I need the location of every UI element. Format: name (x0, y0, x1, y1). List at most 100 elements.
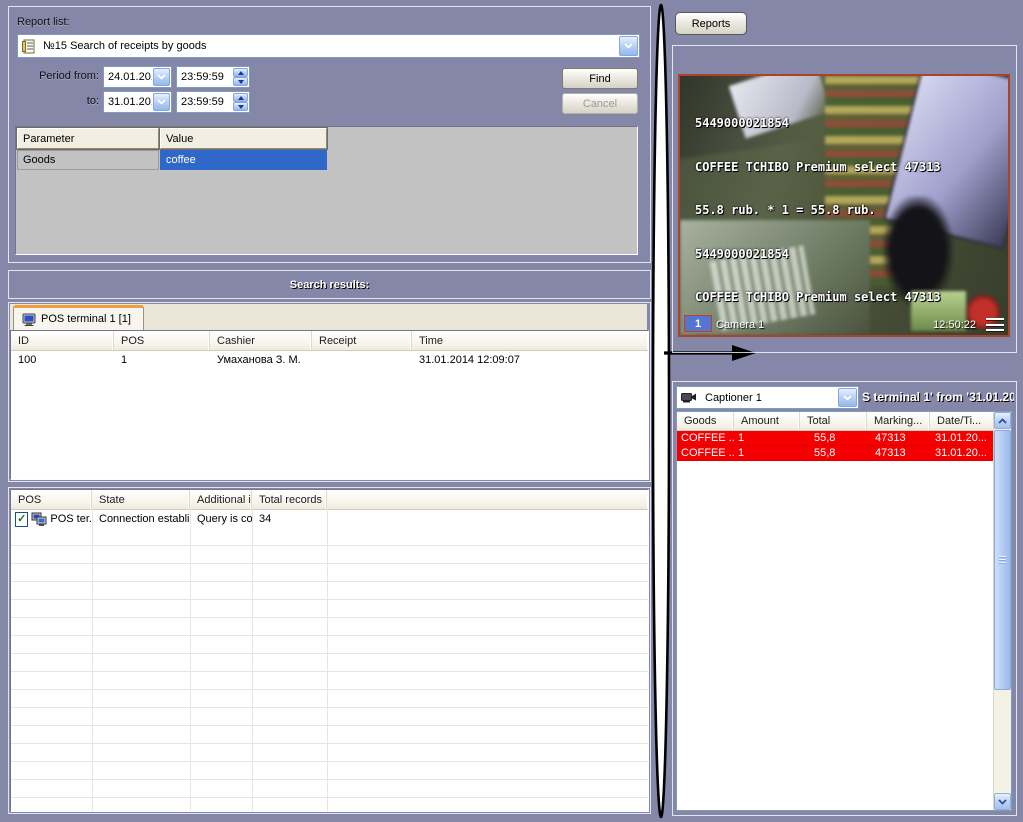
report-icon (21, 39, 36, 54)
table-row[interactable]: COFFEE ... 1 55,8 47313 31.01.20... (677, 446, 994, 461)
pos-search-window: { "left": { "report_list_label": "Report… (0, 0, 1023, 822)
camera-timestamp: 12:50:22 (933, 319, 976, 331)
time-to-spinner[interactable] (233, 93, 248, 111)
column-header-time[interactable]: Time (412, 331, 648, 350)
receipt-overlay-text: 5449000021854 COFFEE TCHIBO Premium sele… (695, 87, 941, 337)
search-results-label: Search results: (290, 279, 369, 291)
column-header-id[interactable]: ID (11, 331, 114, 350)
network-computer-icon (31, 512, 47, 526)
column-header-amount[interactable]: Amount (734, 412, 800, 430)
cell-time: 31.01.2014 12:09:07 (412, 354, 648, 366)
grid-divider (252, 509, 253, 811)
chevron-down-icon[interactable] (153, 93, 170, 111)
date-to-field[interactable]: 31.01.2014 (103, 91, 172, 113)
captioner-value: Captioner 1 (701, 392, 837, 404)
column-header-pos[interactable]: POS (114, 331, 210, 350)
column-header-additional[interactable]: Additional i... (190, 490, 252, 509)
table-row[interactable]: COFFEE ... 1 55,8 47313 31.01.20... (677, 431, 994, 446)
column-header-receipt[interactable]: Receipt (312, 331, 412, 350)
cell-total: 55,8 (800, 447, 867, 459)
report-list-combobox[interactable]: №15 Search of receipts by goods (17, 34, 640, 58)
cell-goods: COFFEE ... (677, 447, 734, 459)
search-results-panel: POS terminal 1 [1] ID POS Cashier Receip… (8, 302, 651, 482)
value-cell-selected[interactable]: coffee (160, 150, 327, 170)
column-header-goods[interactable]: Goods (677, 412, 734, 430)
spinner-up-icon[interactable] (233, 68, 248, 77)
annotation-ellipse (648, 2, 674, 820)
time-to-value: 23:59:59 (177, 96, 232, 108)
chevron-down-icon[interactable] (838, 388, 857, 407)
table-row[interactable]: ✓ POS ter... Connection established Quer… (11, 510, 648, 528)
pos-checkbox[interactable]: ✓ (15, 512, 28, 527)
camera-panel: 5449000021854 COFFEE TCHIBO Premium sele… (672, 45, 1017, 353)
report-criteria-panel: Report list: №15 Search of receipts by g… (8, 6, 651, 263)
time-from-spinner[interactable] (233, 68, 248, 86)
captioner-combobox[interactable]: Captioner 1 (676, 386, 859, 409)
results-tabstrip: POS terminal 1 [1] (10, 304, 647, 330)
spinner-down-icon[interactable] (233, 102, 248, 111)
scrollbar-thumb[interactable] (994, 430, 1011, 690)
report-list-value: №15 Search of receipts by goods (39, 40, 618, 52)
column-header-state[interactable]: State (92, 490, 190, 509)
to-label: to: (9, 95, 99, 107)
table-row[interactable]: 100 1 Умаханова З. М. 31.01.2014 12:09:0… (11, 351, 648, 368)
grid-divider (327, 509, 328, 811)
captioner-title: S terminal 1' from '31.01.201 (862, 390, 1014, 404)
scroll-down-icon[interactable] (994, 793, 1011, 810)
tab-label: POS terminal 1 [1] (41, 313, 131, 325)
cell-total: 55,8 (800, 432, 867, 444)
column-header-pos[interactable]: POS (11, 490, 92, 509)
reports-button[interactable]: Reports (675, 12, 747, 35)
chevron-down-icon[interactable] (619, 36, 638, 56)
column-header-datetime[interactable]: Date/Ti... (930, 412, 994, 430)
tab-pos-terminal-1[interactable]: POS terminal 1 [1] (13, 305, 144, 330)
cell-pos-name: POS ter... (50, 513, 92, 525)
cell-additional: Query is co... (190, 513, 252, 525)
parameter-table: Parameter Value Goods coffee (15, 126, 638, 255)
cell-id: 100 (11, 354, 114, 366)
spinner-down-icon[interactable] (233, 77, 248, 86)
camera-menu-icon[interactable] (986, 318, 1004, 331)
camera-view[interactable]: 5449000021854 COFFEE TCHIBO Premium sele… (678, 74, 1010, 337)
empty-grid-rows (11, 528, 648, 811)
receipt-list: Goods Amount Total Marking... Date/Ti...… (676, 411, 1012, 811)
column-header-cashier[interactable]: Cashier (210, 331, 312, 350)
column-header-total-records[interactable]: Total records (252, 490, 327, 509)
grid-divider (190, 509, 191, 811)
cancel-button[interactable]: Cancel (562, 93, 638, 114)
grid-divider (92, 509, 93, 811)
value-column-header[interactable]: Value (160, 128, 327, 149)
computer-icon (22, 313, 36, 326)
time-to-field[interactable]: 23:59:59 (176, 91, 250, 113)
captioner-panel: Captioner 1 S terminal 1' from '31.01.20… (672, 381, 1017, 816)
pos-status-table: POS State Additional i... Total records … (10, 489, 649, 812)
cell-state: Connection established (92, 513, 190, 525)
cell-marking: 47313 (867, 447, 930, 459)
column-header-marking[interactable]: Marking... (867, 412, 930, 430)
chevron-down-icon[interactable] (153, 68, 170, 86)
parameter-cell[interactable]: Goods (17, 150, 159, 170)
time-from-value: 23:59:59 (177, 71, 232, 83)
results-table-header: ID POS Cashier Receipt Time (11, 331, 648, 351)
cell-goods: COFFEE ... (677, 432, 734, 444)
report-list-label: Report list: (17, 16, 70, 28)
receipt-list-scrollbar[interactable] (993, 412, 1011, 810)
cell-pos: 1 (114, 354, 210, 366)
receipt-list-header: Goods Amount Total Marking... Date/Ti... (677, 412, 994, 431)
camera-name: Camera 1 (716, 319, 764, 331)
find-button[interactable]: Find (562, 68, 638, 89)
cell-marking: 47313 (867, 432, 930, 444)
time-from-field[interactable]: 23:59:59 (176, 66, 250, 88)
search-results-header: Search results: (8, 270, 651, 299)
results-table: ID POS Cashier Receipt Time 100 1 Умахан… (10, 330, 649, 480)
cell-amount: 1 (734, 447, 800, 459)
period-from-label: Period from: (9, 70, 99, 82)
column-header-total[interactable]: Total (800, 412, 867, 430)
pos-status-panel: POS State Additional i... Total records … (8, 487, 651, 814)
parameter-column-header[interactable]: Parameter (17, 128, 159, 149)
video-camera-icon (681, 392, 697, 403)
spinner-up-icon[interactable] (233, 93, 248, 102)
scroll-up-icon[interactable] (994, 412, 1011, 429)
cell-amount: 1 (734, 432, 800, 444)
date-from-field[interactable]: 24.01.2014 (103, 66, 172, 88)
